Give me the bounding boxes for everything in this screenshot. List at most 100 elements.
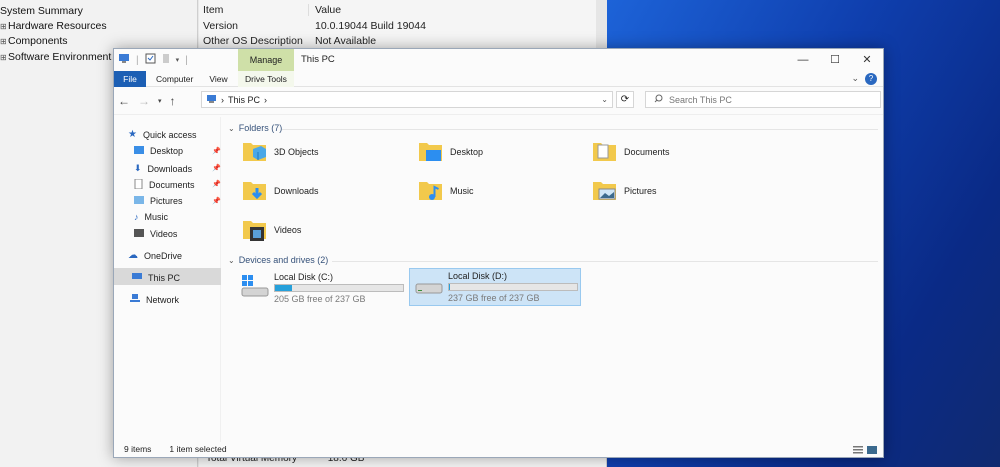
tree-item-system-summary[interactable]: System Summary	[0, 4, 111, 19]
breadcrumb-separator: ›	[221, 94, 224, 105]
folder-item[interactable]: Desktop	[418, 139, 483, 165]
sidebar-item-videos[interactable]: Videos	[134, 229, 177, 239]
folder-item[interactable]: 3D Objects	[242, 139, 319, 165]
sidebar-item-downloads[interactable]: ⬇ Downloads	[134, 163, 192, 174]
pin-icon[interactable]: 📌	[212, 197, 221, 205]
refresh-button[interactable]: ⟳	[616, 91, 634, 108]
drive-usage-bar	[448, 283, 578, 291]
back-arrow-icon[interactable]: ←	[118, 94, 130, 108]
table-row[interactable]: Version 10.0.19044 Build 19044	[199, 19, 595, 34]
star-icon: ★	[128, 129, 137, 140]
sidebar-item-music[interactable]: ♪ Music	[134, 212, 168, 222]
table-row[interactable]: Other OS Description Not Available	[199, 34, 595, 49]
drive-free-space: 237 GB free of 237 GB	[448, 293, 540, 303]
up-arrow-icon[interactable]: ↑	[170, 94, 176, 108]
folder-item[interactable]: Music	[418, 178, 474, 204]
drive-usage-bar	[274, 284, 404, 292]
close-button[interactable]: ✕	[851, 49, 883, 71]
view-toggle	[853, 446, 877, 454]
address-bar[interactable]: › This PC › ⌄	[201, 91, 613, 108]
expand-icon[interactable]: ⊞	[0, 35, 8, 50]
column-value[interactable]: Value	[309, 4, 341, 16]
qat-dropdown-icon[interactable]: ▾	[176, 56, 180, 64]
group-header-folders[interactable]: ⌄ Folders (7)	[228, 123, 282, 133]
tab-file[interactable]: File	[114, 70, 146, 87]
expand-ribbon-icon[interactable]: ⌄	[851, 73, 859, 85]
expand-icon[interactable]: ⊞	[0, 20, 8, 35]
divider	[282, 129, 878, 130]
row-item: Version	[203, 20, 239, 32]
details-view-icon[interactable]	[853, 446, 863, 454]
sidebar-item-this-pc[interactable]: This PC	[132, 272, 180, 283]
navigation-pane: ★ Quick access Desktop 📌 ⬇ Downloads 📌 D…	[114, 117, 221, 442]
3d-objects-folder-icon	[242, 139, 268, 165]
drive-icon	[414, 271, 444, 299]
file-explorer-window: | ▾ | Manage This PC — ☐ ✕ File Computer…	[113, 48, 884, 458]
sidebar-item-desktop[interactable]: Desktop	[134, 146, 183, 156]
recent-locations-icon[interactable]: ▾	[158, 97, 162, 105]
music-folder-icon	[418, 178, 444, 204]
folder-item[interactable]: Downloads	[242, 178, 319, 204]
large-icons-view-icon[interactable]	[867, 446, 877, 454]
breadcrumb-this-pc[interactable]: This PC	[228, 95, 260, 105]
sysinfo-tree: System Summary ⊞Hardware Resources ⊞Comp…	[0, 4, 111, 65]
forward-arrow-icon[interactable]: →	[138, 94, 150, 108]
picture-icon	[134, 196, 144, 206]
pin-icon[interactable]: 📌	[212, 180, 221, 188]
pin-icon[interactable]: 📌	[212, 147, 221, 155]
sidebar-item-network[interactable]: Network	[130, 294, 179, 305]
folder-item[interactable]: Pictures	[592, 178, 657, 204]
folder-item[interactable]: Documents	[592, 139, 670, 165]
tree-item-components[interactable]: ⊞Components	[0, 34, 111, 50]
row-value: Not Available	[315, 35, 377, 47]
drive-item[interactable]: Local Disk (C:) 205 GB free of 237 GB	[236, 270, 408, 306]
sidebar-item-onedrive[interactable]: ☁ OneDrive	[128, 250, 182, 261]
desktop-icon	[134, 146, 144, 156]
thispc-icon	[118, 53, 130, 67]
desktop-folder-icon	[418, 139, 444, 165]
status-bar: 9 items 1 item selected	[114, 441, 883, 457]
help-icon[interactable]: ?	[865, 73, 877, 85]
sysinfo-column-header: Item Value	[199, 4, 595, 16]
folder-label: Desktop	[450, 147, 484, 157]
documents-folder-icon	[592, 139, 618, 165]
drive-usage-fill	[449, 284, 451, 290]
address-dropdown-icon[interactable]: ⌄	[601, 95, 608, 104]
tab-computer[interactable]: Computer	[146, 71, 203, 87]
pin-icon[interactable]: 📌	[212, 164, 221, 172]
new-folder-icon[interactable]	[162, 53, 170, 67]
sysinfo-scrollbar[interactable]	[596, 0, 607, 48]
tree-item-software-environment[interactable]: ⊞Software Environment	[0, 50, 111, 66]
chevron-down-icon[interactable]: ⌄	[228, 256, 235, 265]
folder-label: Videos	[274, 225, 302, 235]
window-title: This PC	[301, 54, 335, 65]
folder-item[interactable]: Videos	[242, 217, 301, 243]
maximize-button[interactable]: ☐	[819, 49, 851, 71]
tab-manage[interactable]: Manage	[238, 49, 294, 71]
tab-view[interactable]: View	[203, 71, 233, 87]
properties-icon[interactable]	[145, 53, 156, 67]
folder-label: Music	[450, 186, 474, 196]
row-value: 10.0.19044 Build 19044	[315, 20, 426, 32]
sidebar-item-quick-access[interactable]: ★ Quick access	[128, 129, 197, 140]
breadcrumb-separator[interactable]: ›	[264, 95, 267, 105]
expand-icon[interactable]: ⊞	[0, 51, 8, 66]
folder-label: Downloads	[274, 186, 319, 196]
windows-drive-icon	[240, 272, 270, 300]
folder-label: Pictures	[624, 186, 657, 196]
search-placeholder: Search This PC	[669, 94, 732, 105]
sidebar-item-documents[interactable]: Documents	[134, 178, 195, 191]
column-item[interactable]: Item	[199, 4, 309, 16]
selection-count: 1 item selected	[169, 444, 227, 454]
tree-item-hardware-resources[interactable]: ⊞Hardware Resources	[0, 19, 111, 35]
downloads-folder-icon	[242, 178, 268, 204]
chevron-down-icon[interactable]: ⌄	[228, 124, 235, 133]
sidebar-item-pictures[interactable]: Pictures	[134, 196, 183, 206]
tab-drive-tools[interactable]: Drive Tools	[238, 70, 294, 87]
search-input[interactable]: Search This PC	[645, 91, 881, 108]
minimize-button[interactable]: —	[787, 49, 819, 71]
cloud-icon: ☁	[128, 250, 138, 261]
title-bar[interactable]: | ▾ | Manage This PC — ☐ ✕	[114, 49, 883, 71]
group-header-devices[interactable]: ⌄ Devices and drives (2)	[228, 255, 328, 265]
drive-item-selected[interactable]: Local Disk (D:) 237 GB free of 237 GB	[409, 268, 581, 306]
